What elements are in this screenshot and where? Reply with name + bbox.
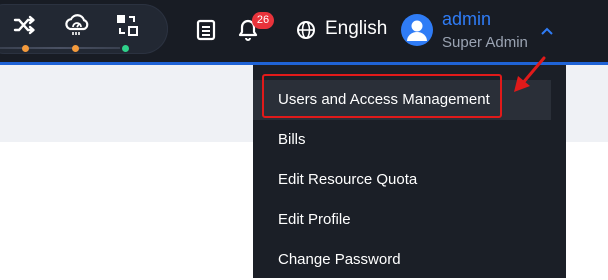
top-navigation-bar: 26 English admin Super Admin <box>0 0 608 62</box>
switch-icon[interactable] <box>114 12 140 38</box>
shuffle-icon[interactable] <box>12 12 38 38</box>
menu-item-edit-profile[interactable]: Edit Profile <box>253 200 551 240</box>
monitor-status-panel <box>0 4 168 54</box>
notification-count-badge: 26 <box>252 12 274 29</box>
status-dot <box>122 45 129 52</box>
menu-item-change-password[interactable]: Change Password <box>253 240 551 280</box>
status-track <box>0 47 120 49</box>
language-selector[interactable]: English <box>325 17 387 41</box>
status-dot <box>72 45 79 52</box>
user-avatar-icon[interactable] <box>401 14 433 46</box>
annotation-arrow-icon <box>514 56 546 92</box>
clipboard-list-icon[interactable] <box>196 19 216 41</box>
status-dot <box>22 45 29 52</box>
annotation-highlight-box <box>262 74 502 118</box>
user-role: Super Admin <box>442 34 528 51</box>
user-name[interactable]: admin <box>442 8 491 30</box>
globe-icon[interactable] <box>296 20 316 40</box>
menu-item-edit-resource-quota[interactable]: Edit Resource Quota <box>253 160 551 200</box>
menu-item-bills[interactable]: Bills <box>253 120 551 160</box>
chevron-up-icon[interactable] <box>540 26 554 36</box>
cloud-gauge-icon[interactable] <box>64 12 90 38</box>
